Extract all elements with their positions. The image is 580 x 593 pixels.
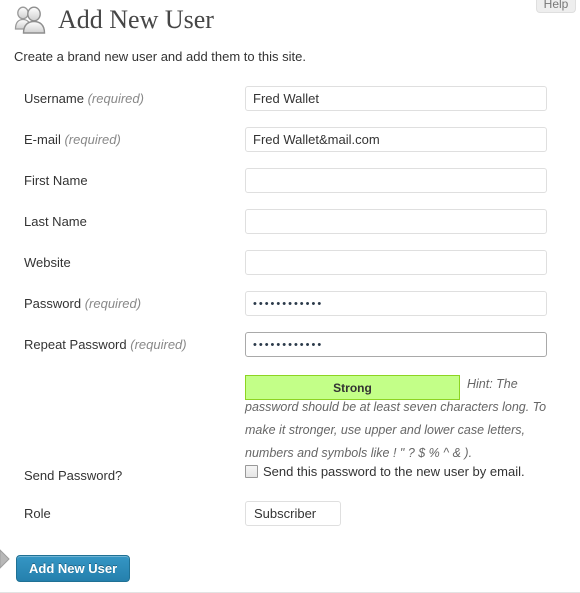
send-password-checkbox-wrap[interactable]: Send this password to the new user by em… xyxy=(245,464,525,479)
field-row-username: Username (required) xyxy=(0,86,580,127)
website-input[interactable] xyxy=(245,250,547,275)
label-email: E-mail (required) xyxy=(24,132,121,147)
help-tab-label: Help xyxy=(543,0,569,11)
role-select-value: Subscriber xyxy=(254,506,317,521)
label-send-password: Send Password? xyxy=(24,468,123,483)
field-row-send-password: Send Password? Send this password to the… xyxy=(0,463,580,501)
add-user-form: Username (required) E-mail (required) Fi… xyxy=(0,86,580,545)
label-website: Website xyxy=(24,255,71,270)
field-row-repeat-password: Repeat Password (required) xyxy=(0,332,580,373)
field-row-website: Website xyxy=(0,250,580,291)
help-tab[interactable]: Help xyxy=(536,0,576,13)
password-strength-block: Hint: The password should be at least se… xyxy=(0,373,580,463)
field-row-email: E-mail (required) xyxy=(0,127,580,168)
page-header: Add New User xyxy=(13,3,214,37)
add-new-user-button[interactable]: Add New User xyxy=(16,555,131,582)
password-strength-label: Strong xyxy=(333,380,372,395)
password-strength-meter: Strong xyxy=(245,375,460,400)
label-role: Role xyxy=(24,506,51,521)
field-row-first-name: First Name xyxy=(0,168,580,209)
username-input[interactable] xyxy=(245,86,547,111)
last-name-input[interactable] xyxy=(245,209,547,234)
password-input[interactable] xyxy=(245,291,547,316)
page-title: Add New User xyxy=(58,5,214,34)
page-subtitle: Create a brand new user and add them to … xyxy=(14,49,306,64)
role-select[interactable]: Subscriber xyxy=(245,501,341,526)
label-username: Username (required) xyxy=(24,91,144,106)
label-repeat-password: Repeat Password (required) xyxy=(24,337,187,352)
submit-area: Add New User xyxy=(16,555,131,582)
repeat-password-input[interactable] xyxy=(245,332,547,357)
send-password-checkbox[interactable] xyxy=(245,465,258,478)
first-name-input[interactable] xyxy=(245,168,547,193)
label-first-name: First Name xyxy=(24,173,88,188)
field-row-password: Password (required) xyxy=(0,291,580,332)
label-password: Password (required) xyxy=(24,296,142,311)
field-row-role: Role Subscriber xyxy=(0,501,580,545)
field-row-last-name: Last Name xyxy=(0,209,580,250)
label-last-name: Last Name xyxy=(24,214,87,229)
send-password-checkbox-label: Send this password to the new user by em… xyxy=(263,464,525,479)
users-icon xyxy=(13,3,49,37)
email-input[interactable] xyxy=(245,127,547,152)
arrow-right-icon[interactable] xyxy=(0,548,14,570)
